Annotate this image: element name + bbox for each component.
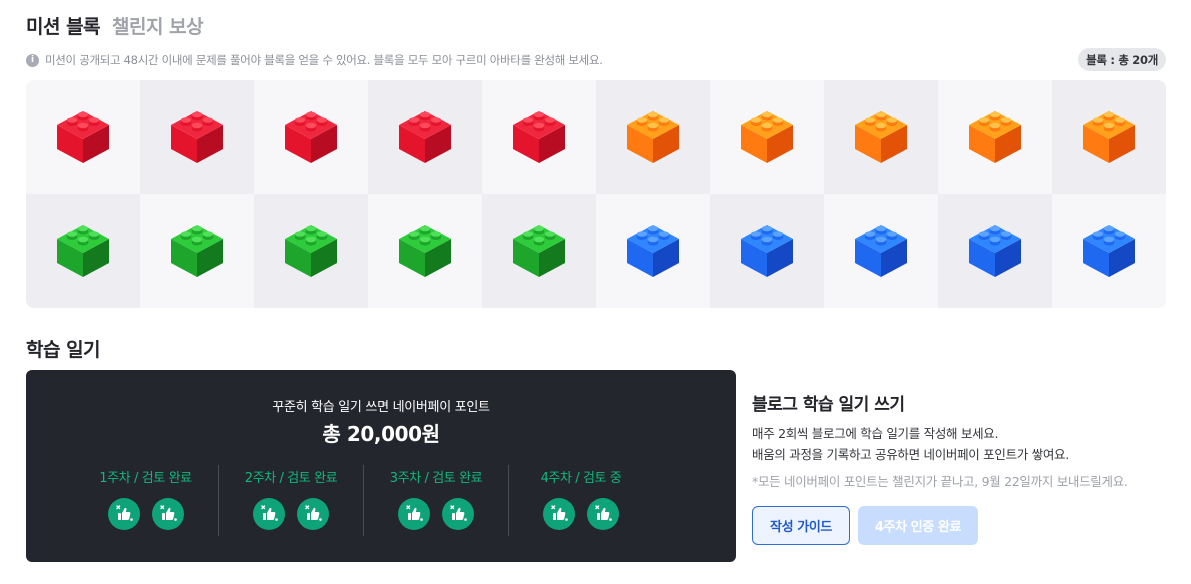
green-block-icon	[57, 225, 109, 277]
payment-note: *모든 네이버페이 포인트는 챌린지가 끝나고, 9월 22일까지 보내드릴게요…	[752, 474, 1128, 489]
block-cell	[1052, 80, 1166, 194]
thumbs-up-icon	[151, 498, 184, 530]
block-cell	[254, 80, 368, 194]
description-line: 매주 2회씩 블로그에 학습 일기를 작성해 보세요.	[752, 426, 999, 441]
thumbs-up-icon	[253, 498, 285, 530]
tab-challenge-rewards[interactable]: 챌린지 보상	[112, 12, 204, 39]
diary-reward-card: 꾸준히 학습 일기 쓰면 네이버페이 포인트 총 20,000원 1주차 / 검…	[26, 370, 736, 562]
red-block-icon	[171, 111, 223, 163]
week-status-list: 1주차 / 검토 완료 2주차 / 검토 완료 3주차 / 검토 완료 4주차 / 검…	[73, 465, 718, 536]
orange-block-icon	[855, 111, 907, 163]
thumbs-up-icon	[398, 498, 430, 530]
week-label: 2주차 / 검토 완료	[244, 471, 338, 486]
block-cell	[140, 194, 254, 308]
block-cell	[368, 80, 482, 194]
description-line: 배움의 과정을 기록하고 공유하면 네이버페이 포인트가 쌓여요.	[752, 447, 1069, 462]
block-cell	[710, 194, 824, 308]
blue-block-icon	[1083, 225, 1135, 277]
thumbs-up-icon	[543, 498, 575, 530]
writing-guide-button[interactable]: 작성 가이드	[752, 506, 850, 545]
week-label: 1주차 / 검토 완료	[99, 471, 192, 486]
tab-mission-blocks[interactable]: 미션 블록	[26, 12, 101, 39]
week-label: 4주차 / 검토 중	[540, 471, 622, 486]
green-block-icon	[171, 225, 223, 277]
red-block-icon	[513, 111, 565, 163]
week-icons	[219, 498, 363, 530]
week-status: 2주차 / 검토 완료	[218, 465, 363, 536]
week-status: 4주차 / 검토 중	[508, 465, 653, 536]
info-text: 미션이 공개되고 48시간 이내에 문제를 풀어야 블록을 얻을 수 있어요. …	[45, 53, 603, 67]
block-cell	[938, 80, 1052, 194]
week-status: 3주차 / 검토 완료	[363, 465, 508, 536]
week-icons	[73, 498, 218, 530]
red-block-icon	[399, 111, 451, 163]
block-cell	[824, 80, 938, 194]
blue-block-icon	[741, 225, 793, 277]
red-block-icon	[285, 111, 337, 163]
thumbs-up-icon	[587, 498, 619, 530]
blue-block-icon	[969, 225, 1021, 277]
block-cell	[710, 80, 824, 194]
thumbs-up-icon	[442, 498, 474, 530]
thumbs-up-icon	[297, 498, 329, 530]
block-cell	[26, 80, 140, 194]
block-cell	[824, 194, 938, 308]
orange-block-icon	[969, 111, 1021, 163]
blog-diary-description: 매주 2회씩 블로그에 학습 일기를 작성해 보세요. 배움의 과정을 기록하고…	[752, 423, 1172, 465]
block-cell	[938, 194, 1052, 308]
block-cell	[1052, 194, 1166, 308]
block-cell	[482, 80, 596, 194]
info-row: i 미션이 공개되고 48시간 이내에 문제를 풀어야 블록을 얻을 수 있어요…	[26, 48, 1166, 71]
blog-diary-panel: 블로그 학습 일기 쓰기 매주 2회씩 블로그에 학습 일기를 작성해 보세요.…	[752, 390, 1172, 490]
green-block-icon	[513, 225, 565, 277]
block-count-badge: 블록 : 총 20개	[1078, 48, 1166, 71]
block-cell	[482, 194, 596, 308]
block-cell	[254, 194, 368, 308]
orange-block-icon	[627, 111, 679, 163]
tab-bar: 미션 블록 챌린지 보상	[26, 12, 204, 39]
week-status: 1주차 / 검토 완료	[73, 465, 218, 536]
week-label: 3주차 / 검토 완료	[389, 471, 483, 486]
orange-block-icon	[1083, 111, 1135, 163]
green-block-icon	[399, 225, 451, 277]
reward-subtitle: 꾸준히 학습 일기 쓰면 네이버페이 포인트	[272, 400, 490, 415]
block-cell	[596, 194, 710, 308]
info-icon: i	[26, 53, 39, 67]
green-block-icon	[285, 225, 337, 277]
week-icons	[509, 498, 653, 530]
blog-diary-title: 블로그 학습 일기 쓰기	[752, 395, 905, 415]
reward-amount: 총 20,000원	[322, 422, 440, 446]
block-cell	[26, 194, 140, 308]
block-grid	[26, 80, 1166, 308]
blue-block-icon	[855, 225, 907, 277]
week-icons	[364, 498, 508, 530]
diary-section-title: 학습 일기	[26, 339, 101, 361]
block-cell	[596, 80, 710, 194]
week4-verified-button: 4주차 인증 완료	[858, 506, 978, 545]
red-block-icon	[57, 111, 109, 163]
thumbs-up-icon	[107, 498, 140, 530]
blue-block-icon	[627, 225, 679, 277]
block-cell	[140, 80, 254, 194]
orange-block-icon	[741, 111, 793, 163]
block-cell	[368, 194, 482, 308]
